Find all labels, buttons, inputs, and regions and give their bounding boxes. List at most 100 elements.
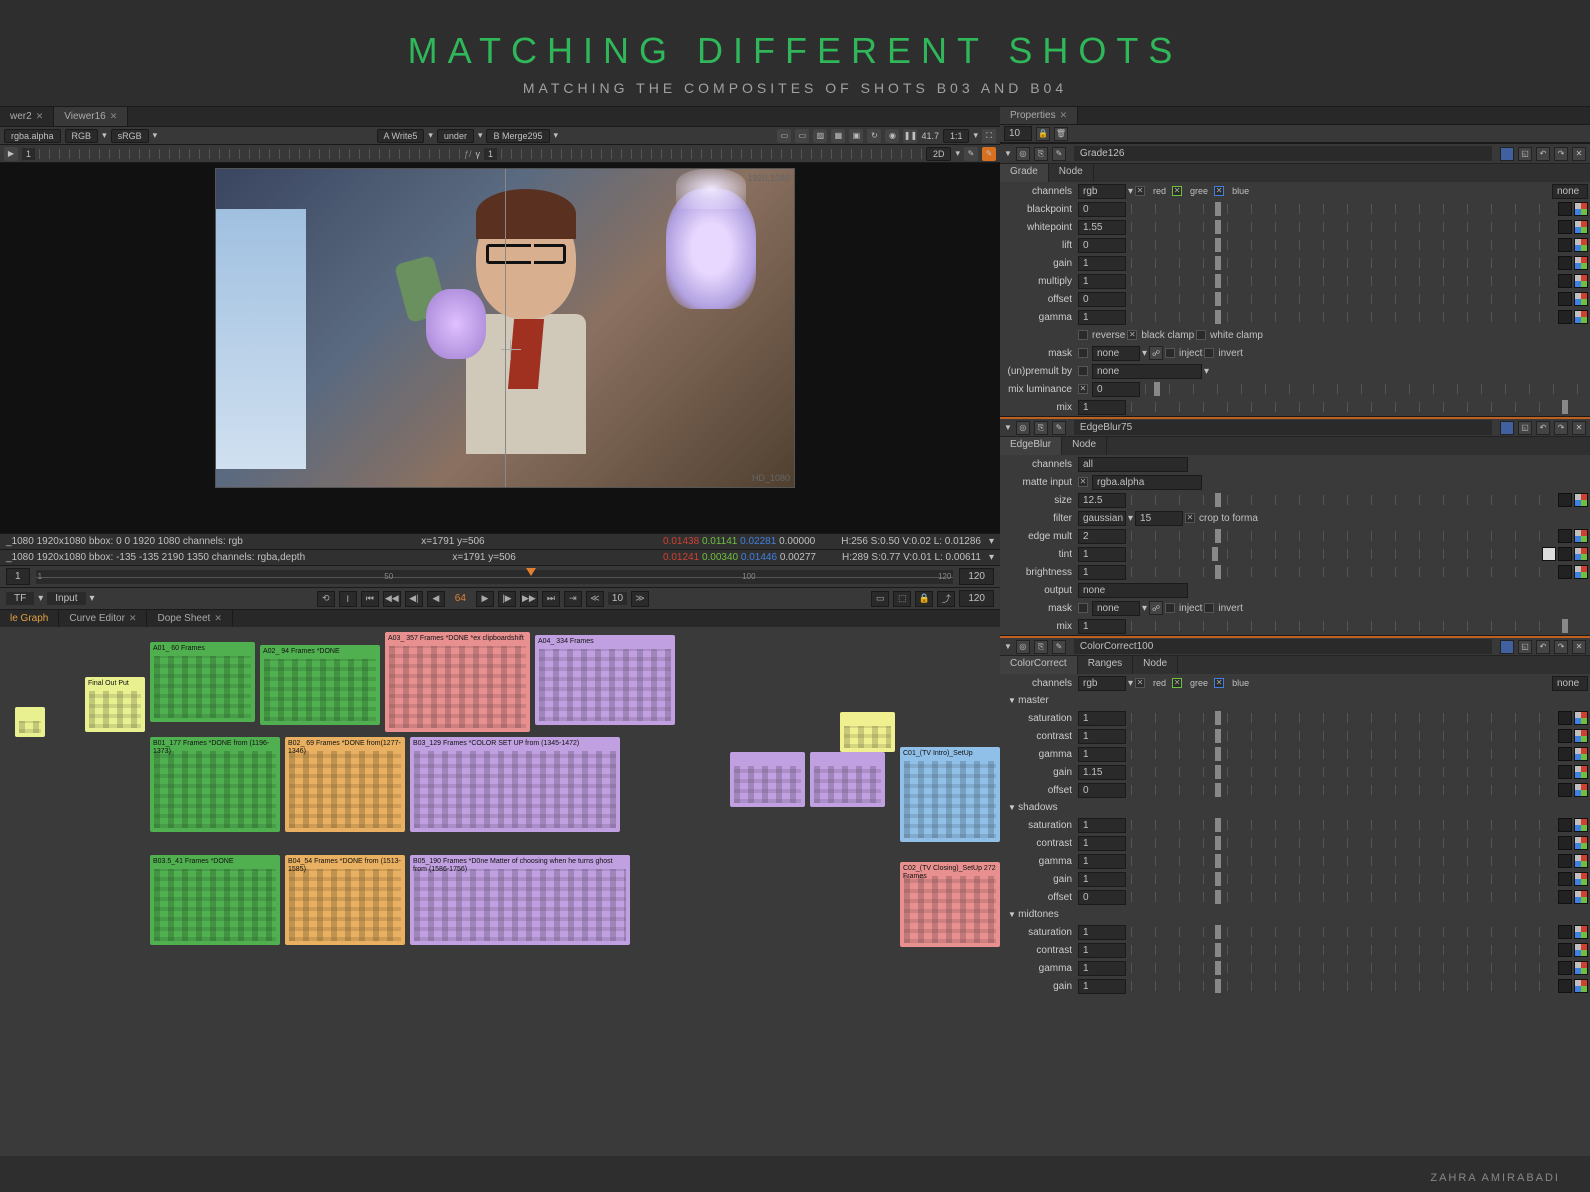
backdrop-node[interactable]: C02_(TV Closing)_SetUp 272 Frames xyxy=(900,862,1000,947)
blue-checkbox[interactable] xyxy=(1214,678,1224,688)
backdrop-node[interactable]: A01_ 60 Frames xyxy=(150,642,255,722)
undo-icon[interactable]: ↶ xyxy=(1536,640,1550,654)
channels-none[interactable]: none xyxy=(1552,676,1588,691)
pause-icon[interactable]: ❚❚ xyxy=(903,129,917,143)
backdrop-node[interactable]: C01_(TV Intro)_SetUp xyxy=(900,747,1000,842)
zoom-dropdown[interactable]: 1:1 xyxy=(943,129,970,143)
tint-swatch[interactable] xyxy=(1542,547,1556,561)
param-value[interactable]: 1 xyxy=(1078,943,1126,958)
overscan-icon[interactable]: ▣ xyxy=(849,129,863,143)
rgba-split-icon[interactable] xyxy=(1574,765,1588,779)
color-swatch[interactable] xyxy=(1558,292,1572,306)
lock-icon[interactable]: 🔒 xyxy=(915,591,933,607)
param-extra[interactable]: 15 xyxy=(1135,511,1183,526)
backdrop-node[interactable]: B03_129 Frames *COLOR SET UP from (1345-… xyxy=(410,737,620,832)
rgba-split-icon[interactable] xyxy=(1574,529,1588,543)
param-slider[interactable] xyxy=(1131,767,1553,777)
param-slider[interactable] xyxy=(1131,549,1537,559)
backdrop-node[interactable]: B01_177 Frames *DONE from (1196-1373) xyxy=(150,737,280,832)
rgba-split-icon[interactable] xyxy=(1574,943,1588,957)
white-clamp-checkbox[interactable] xyxy=(1196,330,1206,340)
param-value[interactable]: 1.55 xyxy=(1078,220,1126,235)
rgba-split-icon[interactable] xyxy=(1574,202,1588,216)
node-name[interactable]: EdgeBlur75 xyxy=(1074,420,1492,435)
view-mode-dropdown[interactable]: 2D xyxy=(926,147,952,161)
float-icon[interactable]: ◱ xyxy=(1518,640,1532,654)
param-value[interactable]: rgba.alpha xyxy=(1092,475,1202,490)
knob-icon[interactable]: ⎘ xyxy=(1034,421,1048,435)
ffwd-icon[interactable]: ▶▶ xyxy=(520,591,538,607)
rgba-split-icon[interactable] xyxy=(1574,872,1588,886)
rgba-split-icon[interactable] xyxy=(1574,547,1588,561)
color-swatch[interactable] xyxy=(1558,925,1572,939)
b-input-dropdown[interactable]: B Merge295 xyxy=(486,129,549,143)
lock-all-icon[interactable]: 🔒 xyxy=(1036,127,1050,141)
param-value[interactable]: 1 xyxy=(1078,854,1126,869)
panel-tab[interactable]: Node xyxy=(1133,656,1178,674)
color-swatch[interactable] xyxy=(1558,220,1572,234)
clear-all-icon[interactable]: 🗑 xyxy=(1054,127,1068,141)
param-value[interactable]: 0 xyxy=(1078,292,1126,307)
inject-checkbox[interactable] xyxy=(1165,348,1175,358)
param-slider[interactable] xyxy=(1131,785,1553,795)
param-value[interactable]: 1 xyxy=(1078,925,1126,940)
mask-dropdown[interactable]: none xyxy=(1092,601,1140,616)
step-back-icon[interactable]: ◀| xyxy=(405,591,423,607)
channels-dropdown[interactable]: rgb xyxy=(1078,184,1126,199)
param-value[interactable]: 1 xyxy=(1078,256,1126,271)
close-panel-icon[interactable]: ✕ xyxy=(1572,147,1586,161)
monitor-icon[interactable]: ▭ xyxy=(871,591,889,607)
close-panel-icon[interactable]: ✕ xyxy=(1572,640,1586,654)
export-icon[interactable]: ⤴ xyxy=(937,591,955,607)
color-swatch[interactable] xyxy=(1558,529,1572,543)
param-slider[interactable] xyxy=(1131,495,1553,505)
mask-link-icon[interactable]: ☍ xyxy=(1149,346,1163,360)
backdrop-node[interactable] xyxy=(840,712,895,752)
backdrop-node[interactable]: A03_ 357 Frames *DONE *ex clipboardshift xyxy=(385,632,530,732)
invert-checkbox[interactable] xyxy=(1204,603,1214,613)
color-swatch[interactable] xyxy=(1558,493,1572,507)
step-back-n[interactable]: ≪ xyxy=(586,591,604,607)
unpremult-dropdown[interactable]: none xyxy=(1092,364,1202,379)
param-slider[interactable] xyxy=(1131,294,1553,304)
reverse-checkbox[interactable] xyxy=(1078,330,1088,340)
param-slider[interactable] xyxy=(1131,222,1553,232)
color-swatch[interactable] xyxy=(1558,765,1572,779)
close-icon[interactable]: ✕ xyxy=(110,111,118,122)
wand-icon[interactable]: ✎ xyxy=(1052,147,1066,161)
param-slider[interactable] xyxy=(1131,567,1553,577)
channels-dropdown[interactable]: rgb xyxy=(1078,676,1126,691)
mask-dropdown[interactable]: none xyxy=(1092,346,1140,361)
float-icon[interactable]: ◱ xyxy=(1518,147,1532,161)
rgba-split-icon[interactable] xyxy=(1574,310,1588,324)
color-swatch[interactable] xyxy=(1558,890,1572,904)
backdrop-node[interactable] xyxy=(810,752,885,807)
param-slider[interactable] xyxy=(1131,731,1553,741)
rgba-split-icon[interactable] xyxy=(1574,854,1588,868)
param-value[interactable]: 0 xyxy=(1078,202,1126,217)
param-slider[interactable] xyxy=(1131,838,1553,848)
param-slider[interactable] xyxy=(1131,981,1553,991)
rgba-split-icon[interactable] xyxy=(1574,256,1588,270)
node-color[interactable] xyxy=(1500,147,1514,161)
playhead[interactable] xyxy=(526,568,536,576)
panel-tab[interactable]: EdgeBlur xyxy=(1000,437,1062,455)
param-value[interactable]: 1 xyxy=(1078,729,1126,744)
node-color[interactable] xyxy=(1500,640,1514,654)
param-slider[interactable] xyxy=(1131,874,1553,884)
grid-icon[interactable]: ▦ xyxy=(831,129,845,143)
wand-icon[interactable]: ✎ xyxy=(1052,421,1066,435)
pick-icon[interactable]: ✎ xyxy=(982,147,996,161)
param-slider[interactable] xyxy=(1131,945,1553,955)
wipe-crosshair[interactable] xyxy=(505,344,517,356)
channels-none[interactable]: none xyxy=(1552,184,1588,199)
blue-checkbox[interactable] xyxy=(1214,186,1224,196)
color-swatch[interactable] xyxy=(1558,961,1572,975)
param-value[interactable]: 1 xyxy=(1078,547,1126,562)
node-name[interactable]: Grade126 xyxy=(1074,146,1492,161)
color-swatch[interactable] xyxy=(1558,202,1572,216)
out-frame[interactable]: 120 xyxy=(959,568,994,585)
play-icon[interactable]: ▶ xyxy=(4,147,18,161)
close-icon[interactable]: ✕ xyxy=(214,613,222,624)
step-fwd-n[interactable]: ≫ xyxy=(631,591,649,607)
